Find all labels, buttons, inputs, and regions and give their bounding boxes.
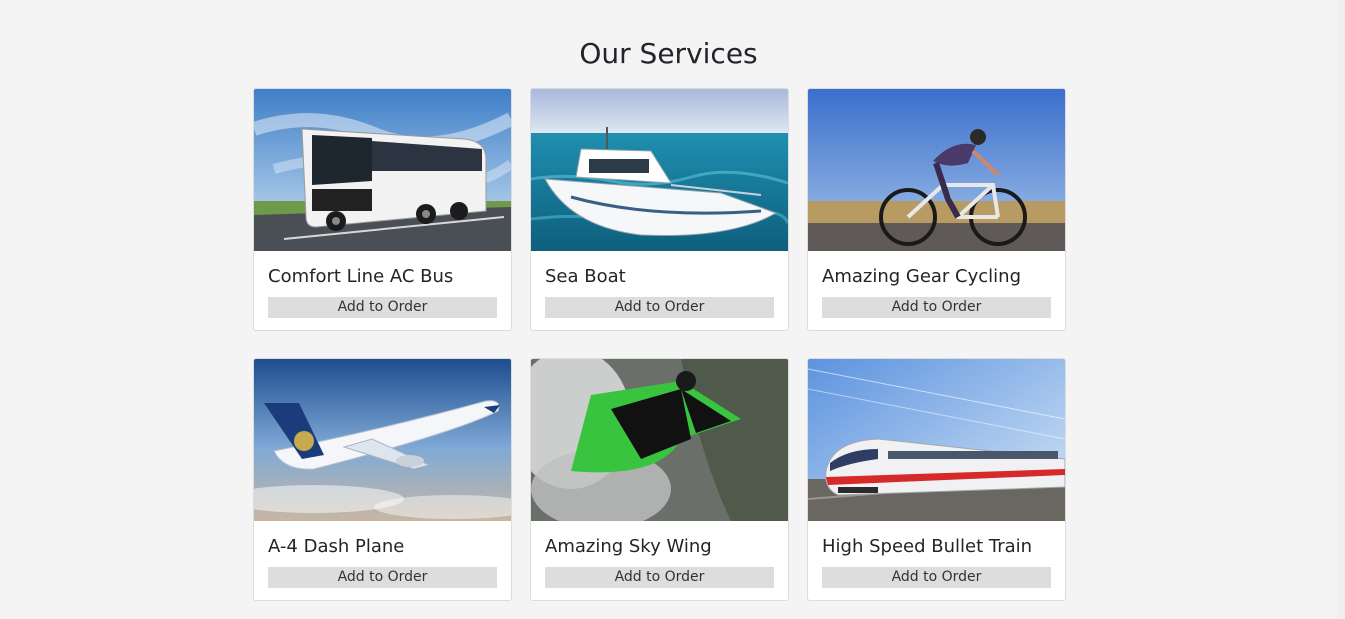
add-to-order-button[interactable]: Add to Order: [822, 297, 1051, 318]
add-to-order-button[interactable]: Add to Order: [545, 297, 774, 318]
card-title: Sea Boat: [545, 266, 626, 287]
cyclist-image: [808, 89, 1065, 251]
service-card-train: High Speed Bullet Train Add to Order: [807, 358, 1066, 601]
add-to-order-button[interactable]: Add to Order: [268, 567, 497, 588]
plane-image: [254, 359, 511, 521]
service-card-cycling: Amazing Gear Cycling Add to Order: [807, 88, 1066, 331]
add-to-order-button[interactable]: Add to Order: [822, 567, 1051, 588]
boat-image: [531, 89, 788, 251]
service-card-plane: A-4 Dash Plane Add to Order: [253, 358, 512, 601]
add-to-order-button[interactable]: Add to Order: [268, 297, 497, 318]
card-title: High Speed Bullet Train: [822, 536, 1033, 557]
add-to-order-button[interactable]: Add to Order: [545, 567, 774, 588]
page-scroll-rail: [1337, 0, 1345, 619]
page-title: Our Services: [579, 37, 758, 70]
card-title: Comfort Line AC Bus: [268, 266, 454, 287]
service-card-boat: Sea Boat Add to Order: [530, 88, 789, 331]
service-card-bus: Comfort Line AC Bus Add to Order: [253, 88, 512, 331]
card-title: Amazing Sky Wing: [545, 536, 712, 557]
bus-image: [254, 89, 511, 251]
wingsuit-image: [531, 359, 788, 521]
service-card-sky-wing: Amazing Sky Wing Add to Order: [530, 358, 789, 601]
card-title: A-4 Dash Plane: [268, 536, 405, 557]
services-grid: Comfort Line AC Bus Add to Order Sea Boa…: [253, 88, 1067, 601]
card-title: Amazing Gear Cycling: [822, 266, 1022, 287]
train-image: [808, 359, 1065, 521]
